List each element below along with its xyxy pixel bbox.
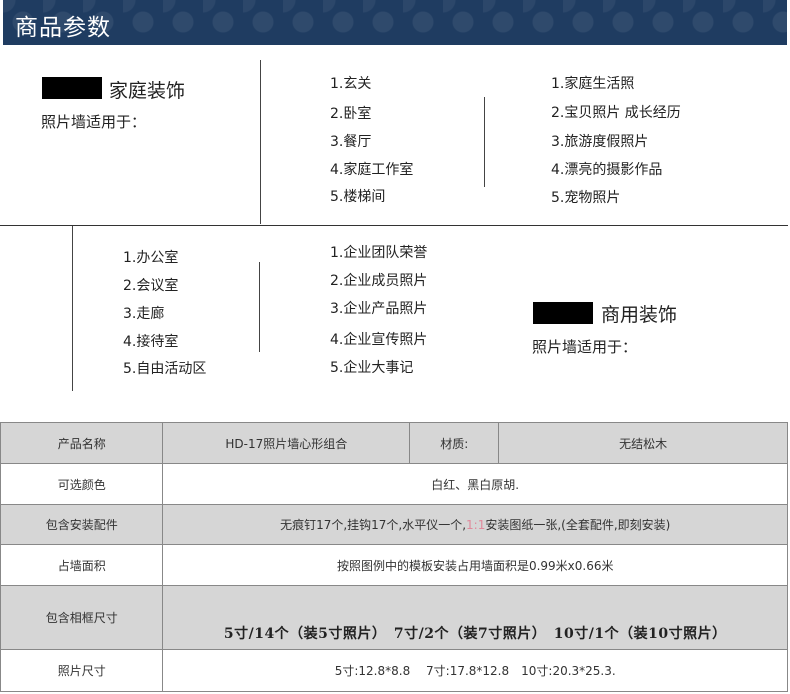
accessories-value: 无痕钉17个,挂钩17个,水平仪一个,1:1安装图纸一张,(全套配件,即刻安装) [162, 504, 788, 545]
home-decor-title: 家庭装饰 [109, 80, 186, 102]
list-item: 3.走廊 [123, 306, 165, 322]
list-item: 4.漂亮的摄影作品 [551, 162, 663, 178]
area-label: 占墙面积 [0, 544, 164, 586]
table-row: 产品名称 HD-17照片墙心形组合 材质: 无结松木 [0, 422, 788, 464]
material-value: 无结松木 [498, 422, 788, 464]
area-value: 按照图例中的模板安装占用墙面积是0.99米x0.66米 [162, 544, 788, 586]
home-decor-subtitle: 照片墙适用于： [41, 113, 147, 131]
list-item: 5.自由活动区 [123, 361, 207, 377]
table-row: 可选颜色 白红、黑白原胡. [0, 463, 788, 505]
business-decor-title: 商用装饰 [601, 304, 678, 326]
list-item: 1.玄关 [330, 76, 372, 92]
list-item: 1.家庭生活照 [551, 76, 635, 92]
redacted-bar [533, 302, 593, 324]
table-row: 占墙面积 按照图例中的模板安装占用墙面积是0.99米x0.66米 [0, 544, 788, 586]
table-row: 照片尺寸 5寸:12.8*8.8 7寸:17.8*12.8 10寸:20.3*2… [0, 649, 788, 692]
photo-size-value: 5寸:12.8*8.8 7寸:17.8*12.8 10寸:20.3*25.3. [162, 649, 788, 692]
divider-vertical [72, 226, 73, 391]
list-item: 5.企业大事记 [330, 360, 414, 376]
list-item: 5.楼梯间 [330, 189, 386, 205]
accessories-text: 安装图纸一张,(全套配件,即刻安装) [485, 518, 671, 532]
list-item: 2.企业成员照片 [330, 273, 428, 289]
product-name-value: HD-17照片墙心形组合 [162, 422, 411, 464]
material-label: 材质: [409, 422, 500, 464]
list-item: 4.接待室 [123, 334, 179, 350]
list-item: 2.会议室 [123, 278, 179, 294]
list-item: 1.企业团队荣誉 [330, 245, 428, 261]
list-item: 5.宠物照片 [551, 190, 621, 206]
accessories-text: 无痕钉17个,挂钩17个,水平仪一个, [280, 518, 467, 532]
list-item: 4.企业宣传照片 [330, 332, 428, 348]
table-row: 包含相框尺寸 5寸/14个（装5寸照片） 7寸/2个（装7寸照片） 10寸/1个… [0, 585, 788, 650]
params-table: 产品名称 HD-17照片墙心形组合 材质: 无结松木 可选颜色 白红、黑白原胡.… [0, 422, 788, 692]
section-header: 商品参数 [3, 0, 787, 45]
list-item: 2.宝贝照片 成长经历 [551, 105, 681, 121]
divider-vertical [484, 97, 485, 187]
accessories-label: 包含安装配件 [0, 504, 164, 545]
list-item: 2.卧室 [330, 106, 372, 122]
business-decor-subtitle: 照片墙适用于： [532, 338, 638, 356]
list-item: 3.旅游度假照片 [551, 134, 649, 150]
list-item: 4.家庭工作室 [330, 162, 414, 178]
list-item: 1.办公室 [123, 250, 179, 266]
color-value: 白红、黑白原胡. [162, 463, 788, 505]
product-name-label: 产品名称 [0, 422, 164, 464]
color-label: 可选颜色 [0, 463, 164, 505]
redacted-bar [42, 77, 102, 99]
frames-label: 包含相框尺寸 [0, 585, 164, 650]
list-item: 3.餐厅 [330, 134, 372, 150]
divider-vertical [260, 60, 261, 224]
list-item: 3.企业产品照片 [330, 301, 428, 317]
table-row: 包含安装配件 无痕钉17个,挂钩17个,水平仪一个,1:1安装图纸一张,(全套配… [0, 504, 788, 545]
accessories-scale: 1:1 [466, 518, 486, 532]
frames-value: 5寸/14个（装5寸照片） 7寸/2个（装7寸照片） 10寸/1个（装10寸照片… [162, 585, 788, 650]
divider-vertical [259, 262, 260, 352]
page-title: 商品参数 [15, 15, 111, 41]
photo-size-label: 照片尺寸 [0, 649, 164, 692]
divider-horizontal [0, 225, 788, 226]
